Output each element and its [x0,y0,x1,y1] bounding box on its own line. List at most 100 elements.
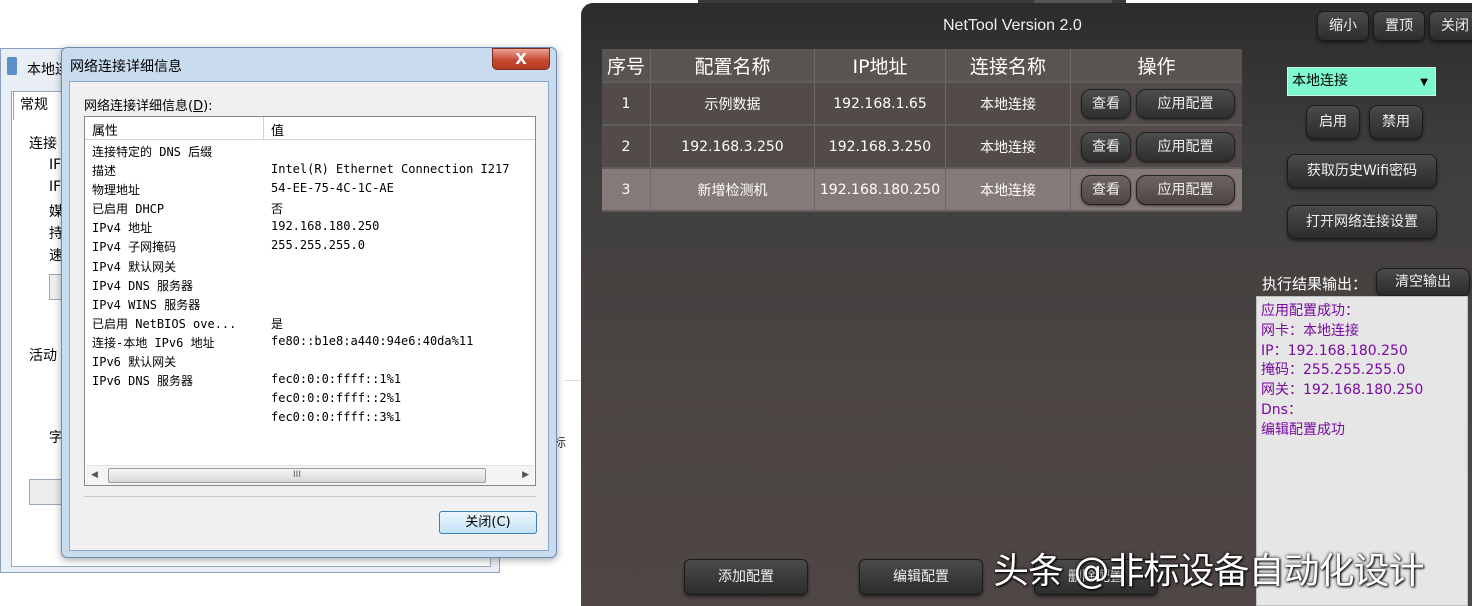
config-grid: 序号 配置名称 IP地址 连接名称 操作 1 示例数据 192.168.1.65 本地… [602,49,1242,212]
dialog-title: 网络连接详细信息 [70,59,182,75]
status-label: 连接 [29,136,57,152]
enable-adapter-button[interactable]: 启用 [1306,105,1360,139]
output-line: 网关：192.168.180.250 [1261,382,1424,399]
view-button[interactable]: 查看 [1081,132,1131,162]
property-name: IPv6 DNS 服务器 [92,374,194,389]
dialog-client: 网络连接详细信息(D): 属性 值 连接特定的 DNS 后缀 描述 Intel(R)… [69,81,549,551]
view-button[interactable]: 查看 [1081,89,1131,119]
grid-rows: 1 示例数据 192.168.1.65 本地连接 查看 应用配置 2 192.168.3.25… [602,83,1242,212]
list-item[interactable]: 物理地址 54-EE-75-4C-1C-AE [85,179,535,198]
edit-config-button[interactable]: 编辑配置 [859,559,983,595]
column-header-property[interactable]: 属性 [92,120,118,139]
property-name: IPv4 WINS 服务器 [92,297,201,312]
table-row[interactable]: 3 新增检测机 192.168.180.250 本地连接 查看 应用配置 [602,169,1242,212]
get-wifi-password-button[interactable]: 获取历史Wifi密码 [1287,154,1437,188]
cell-index: 2 [602,126,651,167]
clear-output-button[interactable]: 清空输出 [1376,268,1470,296]
output-line: IP：192.168.180.250 [1261,342,1408,359]
property-value: fec0:0:0:ffff::3%1 [271,410,402,425]
output-line: 掩码：255.255.255.0 [1261,362,1406,379]
list-item[interactable]: fec0:0:0:ffff::2%1 [85,389,535,408]
column-header-actions[interactable]: 操作 [1071,49,1242,81]
list-item[interactable]: 连接-本地 IPv6 地址 fe80::b1e8:a440:94e6:40da%1… [85,332,535,351]
property-value: 54-EE-75-4C-1C-AE [271,181,394,196]
disable-adapter-button[interactable]: 禁用 [1369,105,1423,139]
apply-config-button[interactable]: 应用配置 [1136,89,1235,119]
column-header-value[interactable]: 值 [271,120,284,139]
table-row[interactable]: 2 192.168.3.250 192.168.3.250 本地连接 查看 应用配置 [602,126,1242,169]
activity-label: 活动 [29,348,57,364]
list-item[interactable]: IPv4 DNS 服务器 [85,275,535,294]
watermark: 头条 @非标设备自动化设计 [993,551,1424,592]
apply-config-button[interactable]: 应用配置 [1136,175,1235,205]
app-title: NetTool Version 2.0 [943,17,1082,34]
list-item[interactable]: fec0:0:0:ffff::3%1 [85,408,535,427]
column-header-connection[interactable]: 连接名称 [946,49,1071,81]
close-button[interactable]: 关闭(C) [439,511,537,534]
cell-connection: 本地连接 [946,126,1071,167]
divider [84,496,536,497]
scroll-right-icon[interactable]: ▶ [522,470,529,480]
column-header-ip[interactable]: IP地址 [815,49,946,81]
cell-ip: 192.168.180.250 [815,169,946,210]
details-rows: 连接特定的 DNS 后缀 描述 Intel(R) Ethernet Connecti… [85,141,535,427]
add-config-button[interactable]: 添加配置 [684,559,808,595]
scroll-thumb[interactable]: III [108,468,486,483]
details-list[interactable]: 属性 值 连接特定的 DNS 后缀 描述 Intel(R) Ethernet Con… [84,116,536,486]
property-name: 物理地址 [92,183,141,198]
list-item[interactable]: IPv6 默认网关 [85,351,535,370]
close-icon[interactable]: X [492,48,550,70]
property-name: 连接-本地 IPv6 地址 [92,335,215,350]
list-item[interactable]: IPv4 默认网关 [85,256,535,275]
list-item[interactable]: IPv4 地址 192.168.180.250 [85,217,535,236]
close-app-button[interactable]: 关闭 [1429,11,1472,41]
property-value: fec0:0:0:ffff::1%1 [271,372,402,387]
list-item[interactable]: 连接特定的 DNS 后缀 [85,141,535,160]
divider [565,380,581,381]
adapter-select[interactable]: 本地连接 ▼ [1287,67,1436,96]
cell-actions: 查看 应用配置 [1071,126,1242,167]
horizontal-scrollbar[interactable]: ◀ III ▶ [86,465,534,485]
property-name: IPv4 默认网关 [92,259,177,274]
column-separator[interactable] [263,117,264,139]
output-line: 编辑配置成功 [1261,421,1345,438]
column-header-config-name[interactable]: 配置名称 [651,49,815,81]
property-value: fe80::b1e8:a440:94e6:40da%11 [271,333,474,348]
cell-config-name: 示例数据 [651,83,815,124]
table-row[interactable]: 1 示例数据 192.168.1.65 本地连接 查看 应用配置 [602,83,1242,126]
output-line: 网卡：本地连接 [1261,322,1359,339]
output-label: 执行结果输出： [1262,275,1368,293]
list-item[interactable]: 已启用 NetBIOS ove... 是 [85,313,535,332]
chevron-down-icon: ▼ [1420,77,1428,88]
tab-general[interactable]: 常规 [13,91,65,120]
list-item[interactable]: IPv4 子网掩码 255.255.255.0 [85,236,535,255]
cell-connection: 本地连接 [946,169,1071,210]
column-header-index[interactable]: 序号 [602,49,651,81]
property-name: 描述 [92,164,117,179]
cell-config-name: 新增检测机 [651,169,815,210]
network-adapter-icon [7,57,17,75]
property-name: IPv4 DNS 服务器 [92,278,194,293]
open-network-settings-button[interactable]: 打开网络连接设置 [1287,205,1437,239]
apply-config-button[interactable]: 应用配置 [1136,132,1235,162]
list-item[interactable]: 已启用 DHCP 否 [85,198,535,217]
list-item[interactable]: 描述 Intel(R) Ethernet Connection I217 [85,160,535,179]
details-caption: 网络连接详细信息(D): [84,99,213,114]
property-value: 192.168.180.250 [271,219,380,234]
list-item[interactable]: IPv4 WINS 服务器 [85,294,535,313]
property-name: IPv6 默认网关 [92,355,177,370]
property-value: fec0:0:0:ffff::2%1 [271,391,402,406]
cell-index: 3 [602,169,651,210]
pin-top-button[interactable]: 置顶 [1373,11,1425,41]
minimize-button[interactable]: 缩小 [1317,11,1369,41]
property-value: 否 [271,202,284,217]
property-name: 已启用 NetBIOS ove... [92,316,237,331]
property-value: 是 [271,316,284,331]
property-name: IPv4 子网掩码 [92,240,177,255]
scroll-left-icon[interactable]: ◀ [91,470,98,480]
property-name: 连接特定的 DNS 后缀 [92,145,213,159]
list-item[interactable]: IPv6 DNS 服务器 fec0:0:0:ffff::1%1 [85,370,535,389]
cell-index: 1 [602,83,651,124]
adapter-selected-value: 本地连接 [1292,73,1348,89]
view-button[interactable]: 查看 [1081,175,1131,205]
